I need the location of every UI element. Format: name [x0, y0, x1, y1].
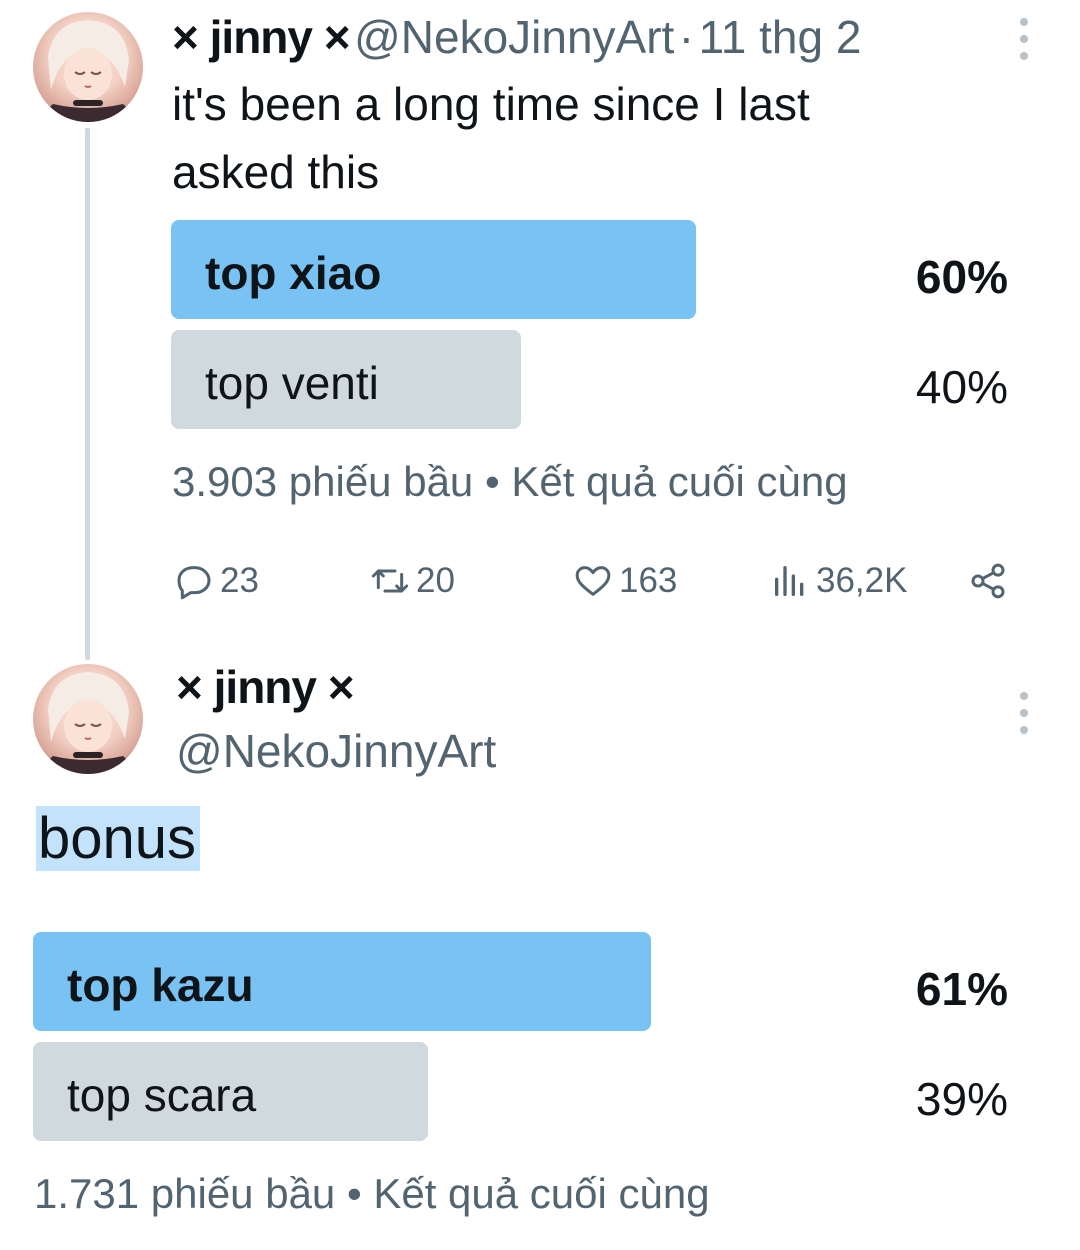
more-dots-icon[interactable]	[1016, 18, 1032, 69]
repost-count: 20	[416, 561, 455, 600]
share-icon	[971, 563, 1005, 599]
poll: top kazu 61% top scara 39%	[33, 932, 1011, 1142]
reply-button[interactable]: 23	[174, 556, 259, 606]
poll-option-label: top kazu	[67, 959, 254, 1011]
author-name[interactable]: × jinny ×	[172, 11, 351, 63]
like-icon	[575, 566, 611, 596]
reply-count: 23	[220, 561, 259, 600]
poll-option-percent: 40%	[915, 361, 1008, 413]
poll-option-percent: 39%	[915, 1073, 1008, 1125]
more-dots-icon[interactable]	[1016, 692, 1032, 743]
like-count: 163	[619, 561, 678, 600]
like-button[interactable]: 163	[573, 556, 677, 606]
views-button[interactable]: 36,2K	[770, 556, 907, 606]
dot-separator: ·	[678, 11, 695, 63]
poll-votes: 3.903 phiếu bầu	[172, 458, 474, 505]
thread-line	[85, 128, 90, 660]
avatar-image	[33, 672, 143, 774]
views-count: 36,2K	[816, 561, 908, 600]
poll-meta-dot: •	[484, 458, 500, 505]
tweet-header: × jinny × @NekoJinnyArt · 11 thg 2	[172, 10, 861, 64]
selected-text: bonus	[36, 806, 201, 871]
poll-meta-dot: •	[346, 1170, 362, 1217]
tweet-text: it's been a long time since I last asked…	[172, 78, 810, 198]
poll-meta: 1.731 phiếu bầu • Kết quả cuối cùng	[34, 1170, 710, 1218]
poll-option-label: top xiao	[205, 247, 382, 299]
poll-status: Kết quả cuối cùng	[511, 458, 848, 505]
author-name[interactable]: × jinny ×	[176, 660, 355, 714]
avatar[interactable]	[33, 664, 143, 774]
poll-option-label: top scara	[67, 1069, 257, 1121]
poll-votes: 1.731 phiếu bầu	[34, 1170, 336, 1217]
poll-option-percent: 60%	[915, 251, 1008, 303]
repost-icon	[371, 569, 409, 593]
avatar-image	[33, 20, 143, 122]
tweet-date[interactable]: 11 thg 2	[699, 11, 862, 63]
repost-button[interactable]: 20	[370, 556, 455, 606]
views-icon	[775, 566, 804, 596]
poll: top xiao 60% top venti 40%	[171, 220, 1011, 430]
tweet-text: bonus	[33, 798, 203, 880]
author-handle[interactable]: @NekoJinnyArt	[176, 724, 496, 778]
author-handle[interactable]: @NekoJinnyArt	[354, 11, 674, 63]
poll-meta: 3.903 phiếu bầu • Kết quả cuối cùng	[172, 458, 848, 506]
poll-option-percent: 61%	[915, 963, 1008, 1015]
poll-status: Kết quả cuối cùng	[373, 1170, 710, 1217]
share-button[interactable]	[968, 556, 1014, 606]
reply-icon	[177, 566, 211, 600]
avatar[interactable]	[33, 12, 143, 122]
poll-option-label: top venti	[205, 357, 379, 409]
